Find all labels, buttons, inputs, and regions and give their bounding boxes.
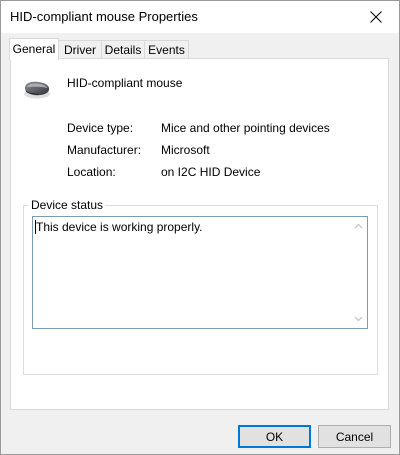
device-status-text: This device is working properly.: [36, 220, 203, 234]
scroll-up-icon[interactable]: [354, 222, 363, 231]
window-title: HID-compliant mouse Properties: [10, 9, 198, 24]
manufacturer-label: Manufacturer:: [67, 143, 142, 157]
tab-general[interactable]: General: [9, 38, 59, 60]
tab-details[interactable]: Details: [101, 40, 145, 58]
status-scrollbar[interactable]: [350, 217, 367, 328]
scroll-down-icon[interactable]: [354, 314, 363, 323]
device-status-label: Device status: [29, 198, 106, 212]
manufacturer-value: Microsoft: [161, 143, 210, 157]
location-label: Location:: [67, 165, 116, 179]
tab-driver[interactable]: Driver: [58, 40, 102, 58]
location-value: on I2C HID Device: [161, 165, 261, 179]
device-status-textbox[interactable]: This device is working properly.: [32, 216, 368, 329]
close-button[interactable]: [353, 1, 399, 33]
text-caret: [35, 220, 36, 234]
close-icon: [370, 11, 382, 23]
mouse-icon: [22, 79, 52, 104]
title-bar[interactable]: HID-compliant mouse Properties: [1, 1, 399, 33]
cancel-button[interactable]: Cancel: [318, 425, 391, 448]
device-name: HID-compliant mouse: [67, 76, 183, 90]
ok-button[interactable]: OK: [238, 425, 311, 448]
device-type-value: Mice and other pointing devices: [161, 121, 330, 135]
device-type-label: Device type:: [67, 121, 134, 135]
tab-events[interactable]: Events: [144, 40, 189, 58]
